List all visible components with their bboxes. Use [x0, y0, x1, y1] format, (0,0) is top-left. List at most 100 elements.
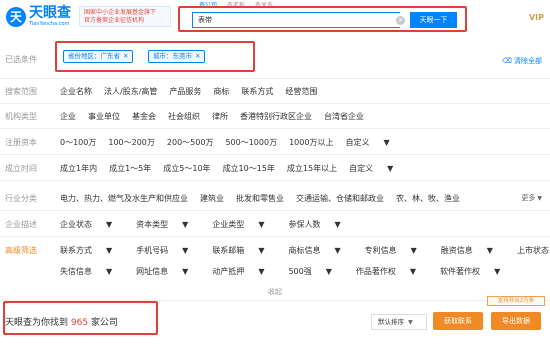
option-tw-enterprise[interactable]: 台湾省企业 [324, 111, 364, 122]
promo-banner[interactable]: 国家中小企业发展基金旗下 官方备案企业征信机构 [79, 6, 171, 27]
result-prefix: 天眼查为你找到 [5, 318, 69, 328]
trash-icon: ⌫ [501, 57, 512, 65]
row-label-industry: 行业分类 [5, 194, 37, 203]
option-social-org[interactable]: 社会组织 [168, 111, 200, 122]
dropdown-capital-type[interactable]: 资本类型 ▼ [136, 219, 200, 230]
close-icon[interactable]: ✕ [123, 52, 128, 60]
selected-conditions-label: 已选条件 [5, 55, 37, 64]
chevron-down-icon: ▼ [383, 138, 390, 147]
dropdown-label: 软件著作权 [440, 267, 481, 276]
search-input[interactable] [192, 12, 400, 28]
option-est-4[interactable]: 成立10～15年 [223, 163, 275, 174]
divider [0, 78, 550, 79]
dropdown-company-type[interactable]: 企业类型 ▼ [212, 219, 276, 230]
option-trademark[interactable]: 商标 [213, 86, 229, 97]
dropdown-patent[interactable]: 专利信息 ▼ [365, 245, 429, 256]
dropdown-software-copyright[interactable]: 软件著作权 ▼ [440, 266, 512, 277]
close-icon[interactable]: ✕ [195, 52, 200, 60]
divider [0, 154, 550, 155]
option-industry-wholesale[interactable]: 批发和零售业 [236, 193, 284, 204]
option-product[interactable]: 产品服务 [169, 86, 201, 97]
dropdown-phone[interactable]: 手机号码 ▼ [136, 245, 200, 256]
option-industry-utilities[interactable]: 电力、热力、燃气及水生产和供应业 [60, 193, 188, 204]
chevron-down-icon: ▼ [410, 246, 417, 255]
chevron-down-icon: ▼ [182, 267, 189, 276]
option-capital-custom[interactable]: 自定义 ▼ [345, 137, 401, 148]
option-public-institution[interactable]: 事业单位 [88, 111, 120, 122]
option-industry-agriculture[interactable]: 农、林、牧、渔业 [396, 193, 460, 204]
collapse-toggle[interactable]: 收起 [0, 287, 550, 297]
get-contact-button[interactable]: 获取联系 [433, 312, 483, 330]
more-industry-button[interactable]: 更多 ▼ [521, 193, 542, 203]
option-capital-1[interactable]: 0～100万 [60, 137, 96, 148]
row-label-capital: 注册资本 [5, 138, 37, 147]
chevron-down-icon: ▼ [182, 246, 189, 255]
dropdown-insured-count[interactable]: 参保人数 ▼ [288, 219, 352, 230]
option-est-2[interactable]: 成立1～5年 [109, 163, 151, 174]
export-tip-badge: 支持导出2万条 [487, 296, 545, 306]
option-enterprise[interactable]: 企业 [60, 111, 76, 122]
result-count: 965 [70, 318, 89, 328]
option-hk-enterprise[interactable]: 香港特别行政区企业 [240, 111, 312, 122]
option-est-5[interactable]: 成立15年以上 [287, 163, 337, 174]
option-est-1[interactable]: 成立1年内 [60, 163, 97, 174]
dropdown-email[interactable]: 联系邮箱 ▼ [212, 245, 276, 256]
clear-all-link[interactable]: ⌫ 清除全部 [502, 56, 542, 66]
clear-icon[interactable]: × [396, 16, 405, 25]
option-foundation[interactable]: 基金会 [132, 111, 156, 122]
option-law-firm[interactable]: 律所 [212, 111, 228, 122]
chevron-down-icon: ▼ [182, 220, 189, 229]
dropdown-label: 融资信息 [440, 246, 473, 255]
tag-province[interactable]: 省份地区：广东省 ✕ [63, 50, 134, 63]
row-label-org-type: 机构类型 [5, 112, 37, 121]
dropdown-label: 商标信息 [288, 246, 321, 255]
chevron-down-icon: ▼ [486, 246, 493, 255]
row-label-established: 成立时间 [5, 164, 37, 173]
promo-line-2: 官方备案企业征信机构 [84, 17, 145, 24]
option-legal-person[interactable]: 法人/股东/高管 [104, 86, 157, 97]
divider [0, 180, 550, 181]
logo-icon: 天 [6, 6, 26, 27]
custom-label: 自定义 [349, 164, 374, 173]
option-capital-4[interactable]: 500～1000万 [225, 137, 277, 148]
option-contact[interactable]: 联系方式 [241, 86, 273, 97]
chevron-down-icon: ▼ [537, 195, 542, 202]
company-desc-options: 企业状态 ▼ 资本类型 ▼ 企业类型 ▼ 参保人数 ▼ [60, 219, 365, 230]
advanced-options-row1: 联系方式 ▼ 手机号码 ▼ 联系邮箱 ▼ 商标信息 ▼ 专利信息 ▼ 融资信息 ▼ 上市状态… [60, 245, 550, 256]
option-capital-5[interactable]: 1000万以上 [289, 137, 333, 148]
vip-badge[interactable]: VIP [529, 13, 544, 22]
capital-options: 0～100万 100～200万 200～500万 500～1000万 1000万… [60, 137, 414, 148]
option-industry-transport[interactable]: 交通运输、仓储和邮政业 [296, 193, 384, 204]
result-suffix: 家公司 [90, 318, 118, 328]
dropdown-label: 手机号码 [136, 246, 169, 255]
export-data-button[interactable]: 导出数据 [491, 312, 541, 330]
dropdown-contact[interactable]: 联系方式 ▼ [60, 245, 124, 256]
option-capital-3[interactable]: 200～500万 [167, 137, 214, 148]
option-capital-2[interactable]: 100～200万 [108, 137, 155, 148]
search-scope-options: 企业名称 法人/股东/高管 产品服务 商标 联系方式 经营范围 [60, 86, 329, 97]
option-business-scope[interactable]: 经营范围 [285, 86, 317, 97]
dropdown-dishonest[interactable]: 失信信息 ▼ [60, 266, 124, 277]
sort-select[interactable]: 默认排序 ▼ [371, 314, 427, 330]
sort-label: 默认排序 [378, 318, 404, 326]
dropdown-label: 参保人数 [288, 220, 321, 229]
advanced-options-row2: 失信信息 ▼ 网址信息 ▼ 动产抵押 ▼ 500强 ▼ 作品著作权 ▼ 软件著作权 ▼ [60, 266, 524, 277]
tag-city[interactable]: 城市：东莞市 ✕ [148, 50, 206, 63]
logo[interactable]: 天 天眼查 TianYancha.com [6, 6, 71, 27]
dropdown-listing[interactable]: 上市状态▼ [517, 245, 550, 256]
dropdown-works-copyright[interactable]: 作品著作权 ▼ [356, 266, 428, 277]
logo-subtitle: TianYancha.com [29, 21, 70, 27]
dropdown-financing[interactable]: 融资信息 ▼ [441, 245, 505, 256]
dropdown-mortgage[interactable]: 动产抵押 ▼ [212, 266, 276, 277]
dropdown-label: 500强 [288, 267, 312, 276]
option-industry-construction[interactable]: 建筑业 [200, 193, 224, 204]
dropdown-trademark[interactable]: 商标信息 ▼ [288, 245, 352, 256]
search-button[interactable]: 天眼一下 [410, 12, 457, 28]
dropdown-website[interactable]: 网址信息 ▼ [136, 266, 200, 277]
option-est-3[interactable]: 成立5～10年 [163, 163, 210, 174]
dropdown-status[interactable]: 企业状态 ▼ [60, 219, 124, 230]
dropdown-top500[interactable]: 500强 ▼ [288, 266, 343, 277]
option-est-custom[interactable]: 自定义 ▼ [349, 163, 405, 174]
option-company-name[interactable]: 企业名称 [60, 86, 92, 97]
chevron-down-icon: ▼ [334, 246, 341, 255]
